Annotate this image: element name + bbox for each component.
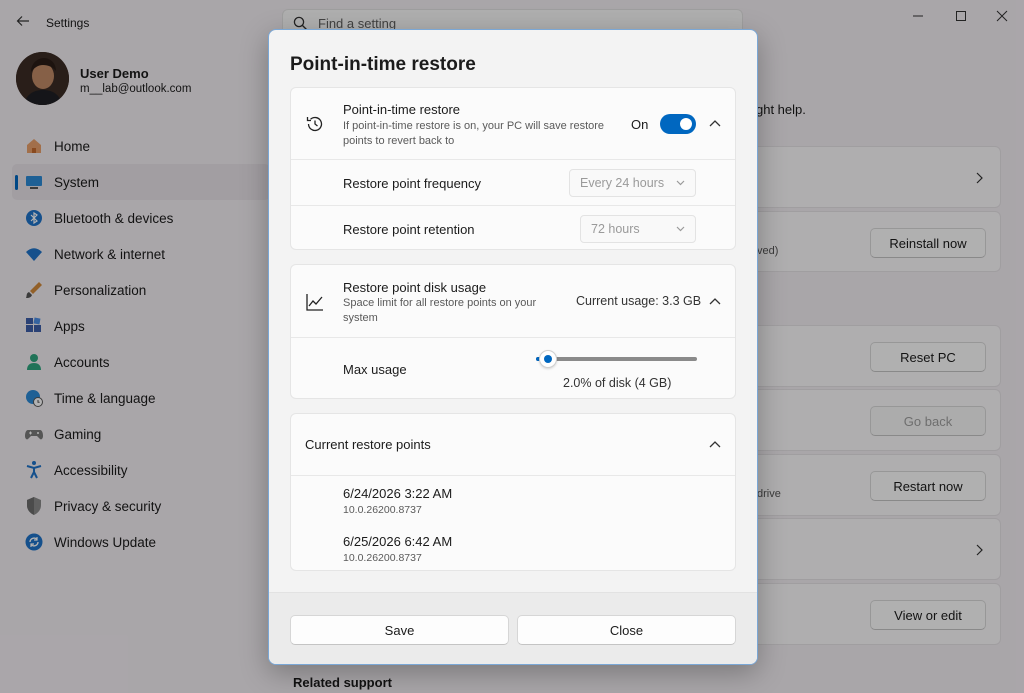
line-chart-icon [306, 294, 323, 311]
max-usage-value: 2.0% of disk (4 GB) [563, 376, 672, 390]
restore-settings-card: Point-in-time restore If point-in-time r… [290, 87, 736, 250]
dialog-footer: Save Close [269, 592, 757, 664]
chevron-up-icon[interactable] [709, 440, 721, 448]
toggle-knob [680, 118, 692, 130]
frequency-label: Restore point frequency [343, 176, 482, 191]
history-icon [306, 116, 323, 132]
save-button[interactable]: Save [290, 615, 509, 645]
restore-dialog: Point-in-time restore Point-in-time rest… [268, 29, 758, 665]
restore-toggle-switch[interactable] [660, 114, 696, 134]
disk-usage-row[interactable]: Restore point disk usage Space limit for… [291, 265, 735, 337]
dialog-title: Point-in-time restore [290, 54, 476, 75]
restore-points-header: Current restore points [305, 437, 431, 452]
max-usage-label: Max usage [343, 362, 407, 377]
current-usage-text: Current usage: 3.3 GB [576, 294, 702, 308]
max-usage-row: Max usage 2.0% of disk (4 GB) [291, 337, 735, 398]
chevron-down-icon [676, 180, 685, 186]
restore-points-header-row[interactable]: Current restore points [291, 414, 735, 475]
max-usage-slider[interactable] [536, 350, 697, 368]
frequency-dropdown[interactable]: Every 24 hours [569, 169, 696, 197]
restore-point-version: 10.0.26200.8737 [343, 552, 422, 564]
restore-toggle-title: Point-in-time restore [343, 102, 461, 117]
chevron-up-icon[interactable] [709, 297, 721, 305]
toggle-state-label: On [631, 117, 649, 132]
close-button[interactable]: Close [517, 615, 736, 645]
retention-dropdown[interactable]: 72 hours [580, 215, 696, 243]
restore-toggle-description: If point-in-time restore is on, your PC … [343, 120, 605, 147]
restore-points-list: 6/24/2026 3:22 AM 10.0.26200.8737 6/25/2… [291, 475, 735, 570]
restore-point-version: 10.0.26200.8737 [343, 504, 422, 516]
disk-usage-card: Restore point disk usage Space limit for… [290, 264, 736, 399]
restore-points-card: Current restore points 6/24/2026 3:22 AM… [290, 413, 736, 571]
slider-track [536, 357, 697, 361]
chevron-down-icon [676, 226, 685, 232]
restore-point-date: 6/24/2026 3:22 AM [343, 486, 453, 501]
retention-row: Restore point retention 72 hours [291, 205, 735, 249]
frequency-row: Restore point frequency Every 24 hours [291, 159, 735, 205]
slider-thumb[interactable] [539, 350, 557, 368]
frequency-value: Every 24 hours [580, 176, 665, 190]
restore-point-date: 6/25/2026 6:42 AM [343, 534, 453, 549]
chevron-up-icon[interactable] [709, 119, 721, 127]
disk-usage-description: Space limit for all restore points on yo… [343, 297, 537, 324]
restore-toggle-row[interactable]: Point-in-time restore If point-in-time r… [291, 88, 735, 159]
disk-usage-title: Restore point disk usage [343, 280, 487, 295]
retention-value: 72 hours [591, 222, 640, 236]
retention-label: Restore point retention [343, 222, 475, 237]
